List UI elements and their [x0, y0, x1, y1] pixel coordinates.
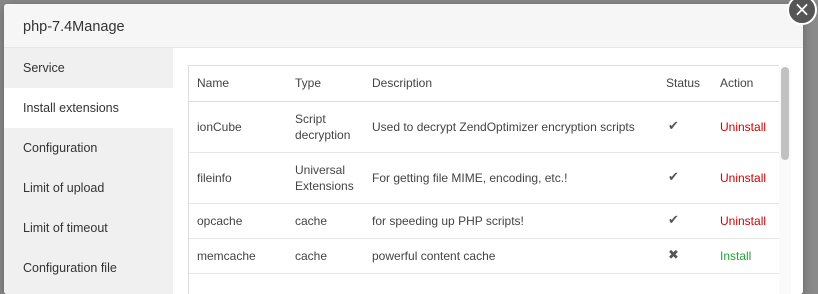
cell-name: fileinfo [189, 152, 287, 204]
header-status: Status [658, 66, 712, 102]
check-icon: ✔ [668, 170, 679, 185]
cell-status: ✔ [658, 101, 712, 153]
cell-name: ionCube [189, 101, 287, 153]
cell-name: memcache [189, 238, 287, 274]
table-scrollbar[interactable] [779, 65, 791, 294]
close-icon[interactable]: × [787, 0, 817, 25]
table-row: opcache cache for speeding up PHP script… [189, 203, 783, 239]
sidebar-item-service[interactable]: Service [4, 48, 173, 88]
cell-action: Uninstall [712, 203, 783, 239]
cell-type: Script decryption [287, 101, 364, 153]
cell-action: Uninstall [712, 152, 783, 204]
table-row: ionCube Script decryption Used to decryp… [189, 101, 783, 153]
modal-title: php-7.4Manage [4, 4, 803, 48]
uninstall-link[interactable]: Uninstall [720, 171, 766, 185]
table-row: fileinfo Universal Extensions For gettin… [189, 152, 783, 204]
header-type: Type [287, 66, 364, 102]
header-name: Name [189, 66, 287, 102]
sidebar-item-configuration-file[interactable]: Configuration file [4, 248, 173, 288]
cell-description: powerful content cache [364, 238, 658, 274]
php-manage-modal: php-7.4Manage Service Install extensions… [4, 4, 803, 294]
sidebar-item-install-extensions[interactable]: Install extensions [4, 88, 173, 128]
sidebar: Service Install extensions Configuration… [4, 48, 173, 294]
cell-name: opcache [189, 203, 287, 239]
cell-type: cache [287, 203, 364, 239]
header-description: Description [364, 66, 658, 102]
table-header-row: Name Type Description Status Action [189, 66, 783, 102]
cell-action: Uninstall [712, 101, 783, 153]
header-action: Action [712, 66, 783, 102]
check-icon: ✔ [668, 119, 679, 134]
cell-type: Universal Extensions [287, 152, 364, 204]
uninstall-link[interactable]: Uninstall [720, 214, 766, 228]
cell-description: For getting file MIME, encoding, etc.! [364, 152, 658, 204]
cell-description: Used to decrypt ZendOptimizer encryption… [364, 101, 658, 153]
extensions-panel: Name Type Description Status Action ionC… [173, 48, 803, 294]
scrollbar-thumb[interactable] [781, 67, 789, 160]
install-link[interactable]: Install [720, 249, 751, 263]
cell-action: Install [712, 238, 783, 274]
sidebar-item-limit-of-upload[interactable]: Limit of upload [4, 168, 173, 208]
sidebar-item-limit-of-timeout[interactable]: Limit of timeout [4, 208, 173, 248]
sidebar-item-configuration[interactable]: Configuration [4, 128, 173, 168]
cell-status: ✔ [658, 203, 712, 239]
cell-description: for speeding up PHP scripts! [364, 203, 658, 239]
table-row: memcache cache powerful content cache ✖ … [189, 238, 783, 274]
cell-status: ✖ [658, 238, 712, 274]
check-icon: ✔ [668, 213, 679, 228]
extensions-table: Name Type Description Status Action ionC… [189, 66, 783, 274]
uninstall-link[interactable]: Uninstall [720, 120, 766, 134]
extensions-table-container[interactable]: Name Type Description Status Action ionC… [188, 65, 784, 294]
cell-type: cache [287, 238, 364, 274]
cell-status: ✔ [658, 152, 712, 204]
cross-icon: ✖ [668, 248, 679, 263]
